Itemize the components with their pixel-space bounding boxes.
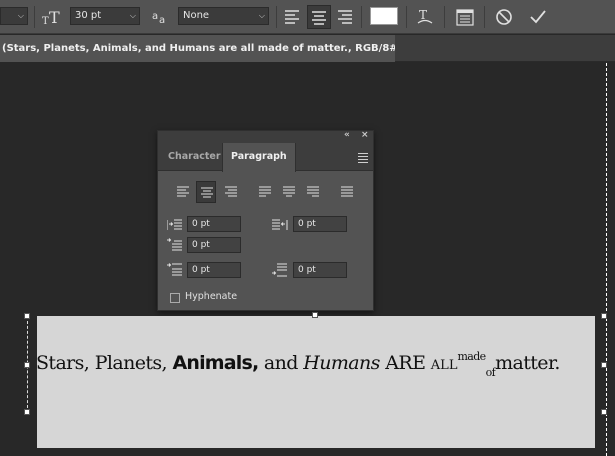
- commit-check-icon[interactable]: [529, 7, 547, 27]
- indent-left-input[interactable]: 0 pt: [187, 216, 241, 232]
- cancel-icon[interactable]: [495, 7, 513, 27]
- indent-right-icon: [272, 219, 288, 230]
- antialias-select[interactable]: None ⌵: [178, 7, 269, 25]
- close-icon[interactable]: ×: [361, 130, 369, 140]
- panels-toggle-icon[interactable]: [456, 7, 474, 27]
- resize-handle[interactable]: [24, 362, 30, 368]
- tab-paragraph[interactable]: Paragraph: [222, 143, 296, 172]
- chevron-down-icon: ⌵: [129, 11, 136, 20]
- justify-last-right-button[interactable]: [303, 181, 323, 203]
- first-line-indent-input[interactable]: 0 pt: [187, 237, 241, 253]
- justify-all-button[interactable]: [337, 181, 357, 203]
- svg-text:T: T: [42, 16, 49, 27]
- align-center-icon: [312, 11, 326, 25]
- justify-last-right-icon: [307, 186, 319, 197]
- indent-right-input[interactable]: 0 pt: [293, 216, 347, 232]
- align-left-button[interactable]: [173, 181, 193, 203]
- toolbar-divider: [34, 6, 35, 28]
- resize-handle[interactable]: [24, 409, 30, 415]
- svg-text:T: T: [49, 8, 60, 27]
- toolbar-divider: [444, 6, 445, 28]
- panel-tab-strip: Character Paragraph: [158, 143, 373, 172]
- resize-handle[interactable]: [312, 312, 318, 318]
- align-right-icon: [225, 186, 237, 197]
- resize-handle[interactable]: [601, 409, 607, 415]
- collapse-icon[interactable]: «: [344, 130, 350, 140]
- toolbar-divider: [361, 6, 362, 28]
- warp-text-icon[interactable]: T: [416, 7, 434, 27]
- panel-header[interactable]: « ×: [158, 130, 373, 143]
- alignment-buttons: [158, 181, 375, 203]
- svg-text:a: a: [159, 15, 165, 26]
- svg-text:T: T: [419, 8, 427, 22]
- hyphenate-label: Hyphenate: [185, 291, 238, 302]
- paragraph-panel: « × Character Paragraph 0 pt 0 pt 0 pt 0…: [157, 130, 374, 311]
- resize-handle[interactable]: [601, 313, 607, 319]
- justify-last-center-button[interactable]: [279, 181, 299, 203]
- indent-left-icon: [167, 219, 182, 230]
- space-after-input[interactable]: 0 pt: [293, 262, 347, 278]
- align-left-icon: [177, 186, 189, 197]
- align-center-button[interactable]: [307, 5, 331, 29]
- font-size-select[interactable]: 30 pt ⌵: [70, 7, 140, 25]
- justify-all-icon: [341, 186, 353, 197]
- toolbar-divider: [406, 6, 407, 28]
- justify-last-left-button[interactable]: [255, 181, 275, 203]
- tab-character[interactable]: Character: [160, 143, 229, 171]
- space-before-input[interactable]: 0 pt: [187, 262, 241, 278]
- canvas-text-line[interactable]: Stars, Planets, Animals, and Humans ARE …: [36, 350, 601, 379]
- justify-last-center-icon: [283, 186, 295, 197]
- align-center-button[interactable]: [196, 181, 216, 203]
- chevron-down-icon: ⌵: [17, 11, 24, 20]
- document-tab[interactable]: (Stars, Planets, Animals, and Humans are…: [0, 35, 395, 62]
- align-left-icon[interactable]: [284, 7, 300, 27]
- resize-handle[interactable]: [24, 313, 30, 319]
- toolbar-divider: [276, 6, 277, 28]
- svg-text:a: a: [152, 11, 158, 22]
- first-line-indent-icon: [167, 238, 182, 251]
- chevron-down-icon: ⌵: [258, 11, 265, 20]
- align-right-icon[interactable]: [337, 7, 353, 27]
- align-right-button[interactable]: [221, 181, 241, 203]
- font-style-dropdown[interactable]: ⌵: [0, 7, 28, 25]
- canvas-guide: [606, 63, 607, 456]
- justify-last-left-icon: [259, 186, 271, 197]
- space-before-icon: [167, 263, 182, 276]
- panel-menu-icon[interactable]: [358, 153, 368, 165]
- resize-handle[interactable]: [601, 362, 607, 368]
- toolbar-divider: [484, 6, 485, 28]
- align-center-icon: [201, 187, 213, 198]
- options-bar: ⌵ T T 30 pt ⌵ a a None ⌵ T: [0, 0, 615, 34]
- space-after-icon: [272, 263, 287, 277]
- text-color-swatch[interactable]: [370, 7, 398, 25]
- hyphenate-checkbox[interactable]: [170, 293, 180, 303]
- font-size-icon: T T: [42, 8, 60, 27]
- document-tab-bar: (Stars, Planets, Animals, and Humans are…: [0, 35, 615, 62]
- antialias-icon: a a: [152, 11, 165, 26]
